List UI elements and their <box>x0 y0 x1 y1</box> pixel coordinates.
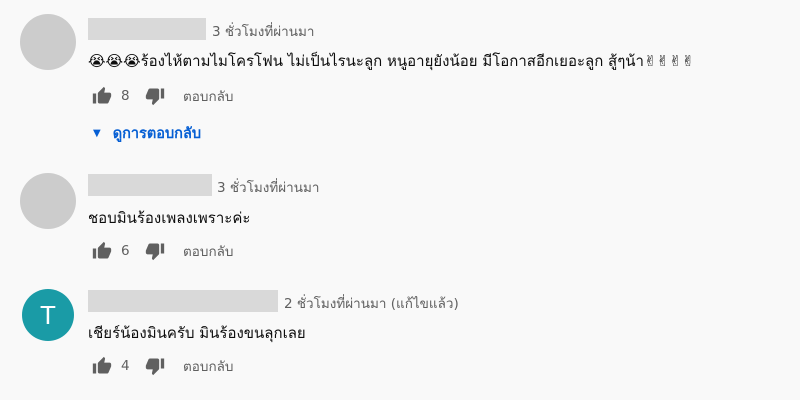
like-count: 6 <box>121 243 130 259</box>
thumbs-down-icon[interactable] <box>145 356 165 376</box>
reply-button[interactable]: ตอบกลับ <box>183 355 233 377</box>
reply-button[interactable]: ตอบกลับ <box>183 85 233 107</box>
thumbs-down-icon[interactable] <box>145 86 165 106</box>
redacted-author-name[interactable] <box>88 174 212 196</box>
redacted-author-name[interactable] <box>88 290 278 312</box>
crying-face-emoji: 😭 <box>105 52 124 70</box>
victory-hand-emoji: ✌ <box>643 52 657 70</box>
thumbs-up-icon[interactable] <box>92 241 112 261</box>
thumbs-up-icon[interactable] <box>92 356 112 376</box>
caret-down-icon: ▼ <box>93 128 101 139</box>
crying-face-emoji: 😭 <box>88 52 106 70</box>
comment-text: 😭😭😭ร้องไห้ตามไมโครโฟน ไม่เป็นไรนะลูก หนู… <box>88 49 694 73</box>
comment-body: ร้องไห้ตามไมโครโฟน ไม่เป็นไรนะลูก หนูอาย… <box>140 52 644 70</box>
timestamp[interactable]: 2 ชั่วโมงที่ผ่านมา (แก้ไขแล้ว) <box>284 292 459 314</box>
victory-hand-emoji: ✌ <box>656 52 670 70</box>
avatar[interactable]: T <box>22 289 74 341</box>
comment-actions: 4 ตอบกลับ <box>92 355 233 377</box>
victory-hand-emoji: ✌ <box>681 52 695 70</box>
avatar[interactable] <box>20 14 76 70</box>
comment-text: ชอบมินร้องเพลงเพราะค่ะ <box>88 209 251 227</box>
thumbs-up-icon[interactable] <box>92 86 112 106</box>
like-count: 4 <box>121 358 130 374</box>
view-replies-label: ดูการตอบกลับ <box>112 126 202 142</box>
comment-text: เชียร์น้องมินครับ มินร้องขนลุกเลย <box>88 324 306 342</box>
thumbs-down-icon[interactable] <box>145 241 165 261</box>
comment-actions: 6 ตอบกลับ <box>92 240 233 262</box>
timestamp[interactable]: 3 ชั่วโมงที่ผ่านมา <box>217 176 319 198</box>
timestamp[interactable]: 3 ชั่วโมงที่ผ่านมา <box>212 20 314 42</box>
redacted-author-name[interactable] <box>88 18 206 40</box>
like-count: 8 <box>121 88 130 104</box>
comment-actions: 8 ตอบกลับ <box>92 85 233 107</box>
reply-button[interactable]: ตอบกลับ <box>183 240 233 262</box>
victory-hand-emoji: ✌ <box>669 52 682 70</box>
avatar[interactable] <box>20 173 76 229</box>
crying-face-emoji: 😭 <box>123 52 141 70</box>
view-replies-button[interactable]: ▼ ดูการตอบกลับ <box>93 122 201 145</box>
